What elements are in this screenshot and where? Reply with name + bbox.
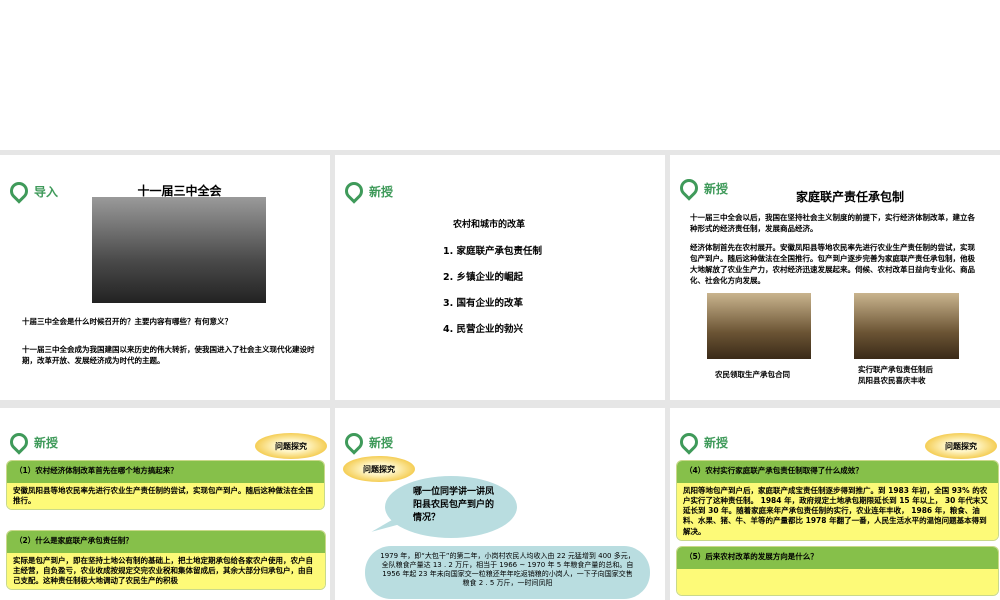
answer: 实际是包产到户，即在坚持土地公有制的基础上，把土地定期承包给各家农户使用，农户自… [7,553,325,590]
slide-grid: 导入 十一届三中全会 十届三中全会是什么时候召开的？主要内容有哪些？有何意义？ … [0,150,1000,600]
location-pin-icon [6,429,32,455]
slide-1[interactable]: 导入 十一届三中全会 十届三中全会是什么时候召开的？主要内容有哪些？有何意义？ … [0,155,330,400]
tag-label: 新授 [34,435,59,450]
inquiry-badge: 问题探究 [255,433,327,459]
tag-label: 新授 [369,184,394,199]
location-pin-icon [6,178,32,204]
question: （2）什么是家庭联产承包责任制？ [7,531,325,553]
paragraph-1: 十一届三中全会以后，我国在坚持社会主义制度的前提下，实行经济体制改革，建立各种形… [690,213,975,233]
caption-2b: 凤阳县农民喜庆丰收 [858,376,926,385]
bubble-tail [369,516,401,532]
paragraph-2: 经济体制首先在农村展开。安徽凤阳县等地农民率先进行农业生产责任制的尝试，实现包产… [690,243,975,285]
slide-5[interactable]: 新授 问题探究 哪一位同学讲一讲凤阳县农民包产到户的情况？ 1979 年，即“大… [335,408,665,600]
harvest-photo [854,293,959,359]
inquiry-badge: 问题探究 [343,456,415,482]
qa-card-2: （2）什么是家庭联产承包责任制？ 实际是包产到户，即在坚持土地公有制的基础上，把… [6,530,326,591]
blank-header-area [0,0,1000,150]
slide-6[interactable]: 新授 问题探究 （4）农村实行家庭联产承包责任制取得了什么成效？ 凤阳等地包产到… [670,408,1000,600]
slide-title: 家庭联产责任承包制 [795,190,904,204]
qa-card-1: （1）农村经济体制改革首先在哪个地方搞起来？ 安徽凤阳县等地农民率先进行农业生产… [6,460,325,511]
question-text: 十届三中全会是什么时候召开的？主要内容有哪些？有何意义？ [22,317,232,326]
section-tag: 新授 [676,429,729,455]
caption-1: 农民领取生产承包合同 [715,370,790,379]
list-item: 4. 民营企业的勃兴 [443,324,524,335]
location-pin-icon [341,429,367,455]
answer-text: 十一届三中全会成为我国建国以来历史的伟大转折，使我国进入了社会主义现代化建设时期… [22,345,315,365]
question: （1）农村经济体制改革首先在哪个地方搞起来？ [7,461,324,483]
tag-label: 新授 [704,435,729,450]
answer: 安徽凤阳县等地农民率先进行农业生产责任制的尝试，实现包产到户。随后这种做法在全国… [7,483,324,510]
location-pin-icon [676,175,702,201]
list-item: 1. 家庭联产承包责任制 [443,246,543,257]
tag-label: 导入 [34,184,59,199]
caption-2a: 实行联产承包责任制后 [858,365,933,374]
slide-title: 农村和城市的改革 [453,220,526,230]
slide-3[interactable]: 新授 家庭联产责任承包制 十一届三中全会以后，我国在坚持社会主义制度的前提下，实… [670,155,1000,400]
question: （4）农村实行家庭联产承包责任制取得了什么成效？ [677,461,998,483]
slide-4[interactable]: 新授 问题探究 （1）农村经济体制改革首先在哪个地方搞起来？ 安徽凤阳县等地农民… [0,408,330,600]
question: （5）后来农村改革的发展方向是什么？ [677,547,998,569]
section-tag: 新授 [341,429,394,455]
meeting-photo [92,197,266,303]
qa-card-5: （5）后来农村改革的发展方向是什么？ [676,546,999,596]
contract-photo [707,293,811,359]
story-text: 1979 年，即“大包干”的第二年，小岗村农民人均收入由 22 元猛增到 400… [380,552,635,588]
section-tag: 新授 [341,178,394,204]
inquiry-badge: 问题探究 [925,433,997,459]
bubble-text: 哪一位同学讲一讲凤阳县农民包产到户的情况？ [413,487,495,524]
tag-label: 新授 [704,181,729,196]
answer: 凤阳等地包产到户后，家庭联产成宝责任制逐步得到推广。到 1983 年初，全国 9… [677,483,998,540]
slide-2[interactable]: 新授 农村和城市的改革 1. 家庭联产承包责任制 2. 乡镇企业的崛起 3. 国… [335,155,665,400]
section-tag: 新授 [676,175,729,201]
qa-card-4: （4）农村实行家庭联产承包责任制取得了什么成效？ 凤阳等地包产到户后，家庭联产成… [676,460,999,541]
tag-label: 新授 [369,435,394,450]
section-tag: 新授 [6,429,59,455]
list-item: 3. 国有企业的改革 [443,298,524,309]
location-pin-icon [341,178,367,204]
section-tag: 导入 [6,178,59,204]
list-item: 2. 乡镇企业的崛起 [443,272,524,283]
answer-blank [677,569,998,595]
location-pin-icon [676,429,702,455]
